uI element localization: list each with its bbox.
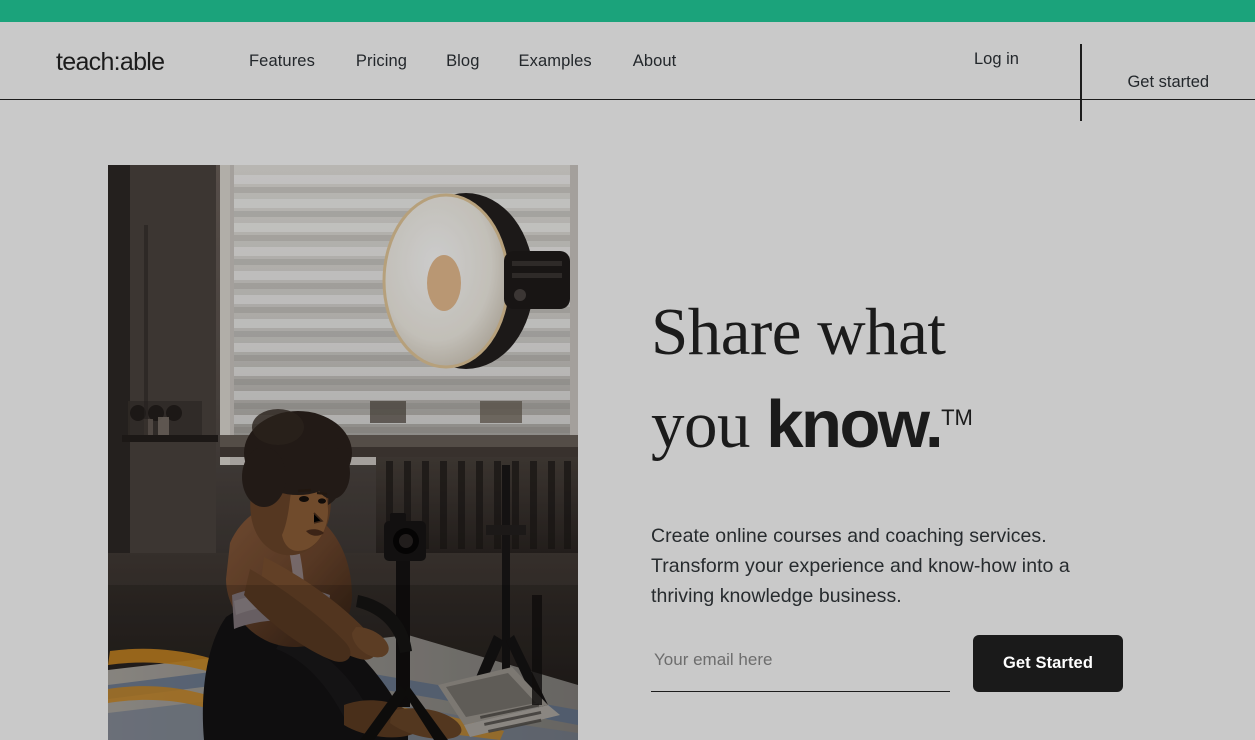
brand-logo[interactable]: teach:able [56,48,165,77]
nav-item-blog[interactable]: Blog [446,52,479,71]
nav-item-examples[interactable]: Examples [519,52,592,71]
nav-item-features[interactable]: Features [249,52,315,71]
hero-subcopy: Create online courses and coaching servi… [651,525,1070,608]
header-get-started-label: Get started [1127,73,1210,91]
top-accent-bar [0,0,1255,22]
email-input[interactable] [651,635,950,690]
hero-headline-know: know. [766,386,943,462]
hero-headline-you: you [651,387,767,462]
hero-headline-line2: you know.TM [651,391,1171,459]
nav-item-pricing[interactable]: Pricing [356,52,407,71]
site-header: teach:able Features Pricing Blog Example… [0,22,1255,121]
header-get-started-button[interactable]: Get started [1082,44,1255,121]
hero-get-started-button[interactable]: Get Started [973,635,1123,692]
trademark-symbol: TM [941,404,973,430]
hero-signup-form: Get Started [651,635,1151,695]
hero-headline: Share what you know.TM [651,299,1171,459]
hero-photo-illustration [108,165,578,740]
hero-photo [108,165,578,740]
log-in-link[interactable]: Log in [974,50,1019,69]
nav-item-about[interactable]: About [633,52,677,71]
hero-headline-line1: Share what [651,295,946,369]
primary-navigation: Features Pricing Blog Examples About [249,52,676,71]
email-field-wrapper [651,635,950,692]
hero-copy: Share what you know.TM Create online cou… [651,299,1171,611]
